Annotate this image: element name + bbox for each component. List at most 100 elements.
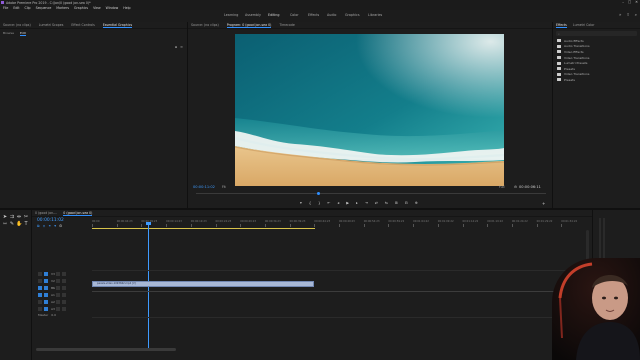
lock-icon[interactable] [38,306,42,311]
tab-essential-graphics[interactable]: Essential Graphics [102,23,133,28]
workspace-libraries[interactable]: Libraries [368,13,382,17]
menu-clip[interactable]: Clip [25,6,31,10]
menu-help[interactable]: Help [123,6,130,10]
tab-source[interactable]: Source: (no clips) [3,23,31,27]
source-patch[interactable] [44,278,48,283]
linked-selection-icon[interactable]: ⚭ [48,224,51,228]
workspace-audio[interactable]: Audio [327,13,336,17]
mark-out-icon[interactable]: } [318,201,320,205]
go-to-in-icon[interactable]: ⇤ [327,201,330,205]
minimize-button[interactable]: – [622,0,624,4]
track-lanes[interactable] [92,270,586,318]
chevron-right-icon[interactable]: » [619,12,621,17]
program-scrub-bar[interactable] [196,193,546,194]
lock-icon[interactable] [38,285,42,290]
type-tool-icon[interactable]: T [23,221,29,227]
mute-button[interactable] [55,299,60,304]
master-volume[interactable]: 0.0 [51,313,56,317]
source-patch[interactable] [44,292,48,297]
solo-button[interactable] [61,292,66,297]
hand-tool-icon[interactable]: ✋ [16,221,22,227]
menu-view[interactable]: View [93,6,101,10]
snap-icon[interactable]: ∩ [43,224,46,228]
mute-button[interactable] [55,306,60,311]
mark-in-icon[interactable]: { [309,201,311,205]
add-marker-icon[interactable]: ▾ [54,224,56,228]
lock-icon[interactable] [38,271,42,276]
fit-dropdown[interactable]: Fit [222,185,226,189]
effects-search-input[interactable]: ⌕ [556,31,637,36]
add-marker-icon[interactable]: ▾ [300,201,302,205]
menu-markers[interactable]: Markers [56,6,69,10]
sync-lock-icon[interactable] [55,271,60,276]
play-button[interactable]: ▶ [346,201,349,205]
source-patch[interactable] [44,271,48,276]
menu-file[interactable]: File [3,6,8,10]
export-frame-icon[interactable]: ⊞ [395,201,398,205]
program-video-frame[interactable] [235,34,504,186]
workspace-graphics[interactable]: Graphics [345,13,360,17]
ripple-edit-icon[interactable]: ⇹ [16,214,22,220]
timeline-timecode[interactable]: 00:00:11:02 [37,218,64,223]
settings-plus-icon[interactable]: + [542,201,545,206]
nest-icon[interactable]: ⧉ [37,224,40,228]
step-forward-icon[interactable]: ▸ [356,201,358,205]
workspace-editing[interactable]: Editing [268,13,279,17]
extract-icon[interactable]: ⇆ [385,201,388,205]
workspace-assembly[interactable]: Assembly [245,13,261,17]
razor-tool-icon[interactable]: ✂ [23,214,29,220]
search-icon[interactable]: ⌕ [635,12,637,17]
tab-program[interactable]: Program: 0 (good jon-sea 0) [226,23,272,28]
source-patch[interactable] [44,299,48,304]
step-back-icon[interactable]: ◂ [337,201,339,205]
tab-effects[interactable]: Effects [556,23,567,28]
list-item[interactable]: Presets [557,77,640,83]
menu-graphics[interactable]: Graphics [74,6,88,10]
workspace-color[interactable]: Color [290,13,299,17]
track-select-icon[interactable]: ⇉ [9,214,15,220]
tab-timecode[interactable]: Timecode [279,23,295,27]
selection-tool-icon[interactable]: ➤ [2,214,8,220]
share-icon[interactable]: ⇪ [626,12,629,17]
timeline-horizontal-scrollbar[interactable] [36,348,176,351]
maximize-button[interactable]: □ [628,0,631,4]
slip-tool-icon[interactable]: ⇿ [2,221,8,227]
button-editor-icon[interactable]: ⊕ [415,201,418,205]
workspace-effects[interactable]: Effects [308,13,319,17]
lock-icon[interactable] [38,292,42,297]
go-to-out-icon[interactable]: ⇥ [365,201,368,205]
video-clip[interactable]: pexels-video-1093662.mp4 [V] [92,281,314,287]
tab-source-monitor[interactable]: Source: (no clips) [191,23,219,27]
program-playhead[interactable] [317,191,320,195]
subtab-edit[interactable]: Edit [19,31,26,36]
tab-sequence-2[interactable]: 0 (good jon-sea 0) [63,211,93,216]
work-area-bar[interactable] [92,228,315,229]
panel-menu-icon[interactable]: ≡ [180,45,183,49]
playhead-handle[interactable] [146,222,151,225]
subtab-browse[interactable]: Browse [3,31,14,36]
tab-effect-controls[interactable]: Effect Controls [71,23,94,27]
menu-sequence[interactable]: Sequence [36,6,52,10]
pen-tool-icon[interactable]: ✎ [9,221,15,227]
source-patch[interactable] [44,306,48,311]
menu-window[interactable]: Window [106,6,119,10]
tab-sequence-1[interactable]: 0 (good jon-... [35,211,57,215]
sync-lock-icon[interactable] [55,278,60,283]
lock-icon[interactable] [38,299,42,304]
menu-edit[interactable]: Edit [13,6,19,10]
lift-icon[interactable]: ⇄ [375,201,378,205]
program-current-timecode[interactable]: 00:00:11:02 [193,185,215,189]
tab-lumetri-scopes[interactable]: Lumetri Scopes [39,23,64,27]
source-patch[interactable] [44,285,48,290]
workspace-learning[interactable]: Learning [224,13,238,17]
wrench-icon[interactable]: ⚙ [514,185,517,189]
mute-button[interactable] [55,292,60,297]
quality-dropdown[interactable]: Full [499,185,504,189]
solo-button[interactable] [61,299,66,304]
comparison-view-icon[interactable]: ⊟ [405,201,408,205]
eye-icon[interactable] [61,285,66,290]
tab-lumetri-color[interactable]: Lumetri Color [573,23,595,27]
wrench-icon[interactable]: ⚙ [59,224,62,228]
lock-icon[interactable] [38,278,42,283]
sync-lock-icon[interactable] [55,285,60,290]
